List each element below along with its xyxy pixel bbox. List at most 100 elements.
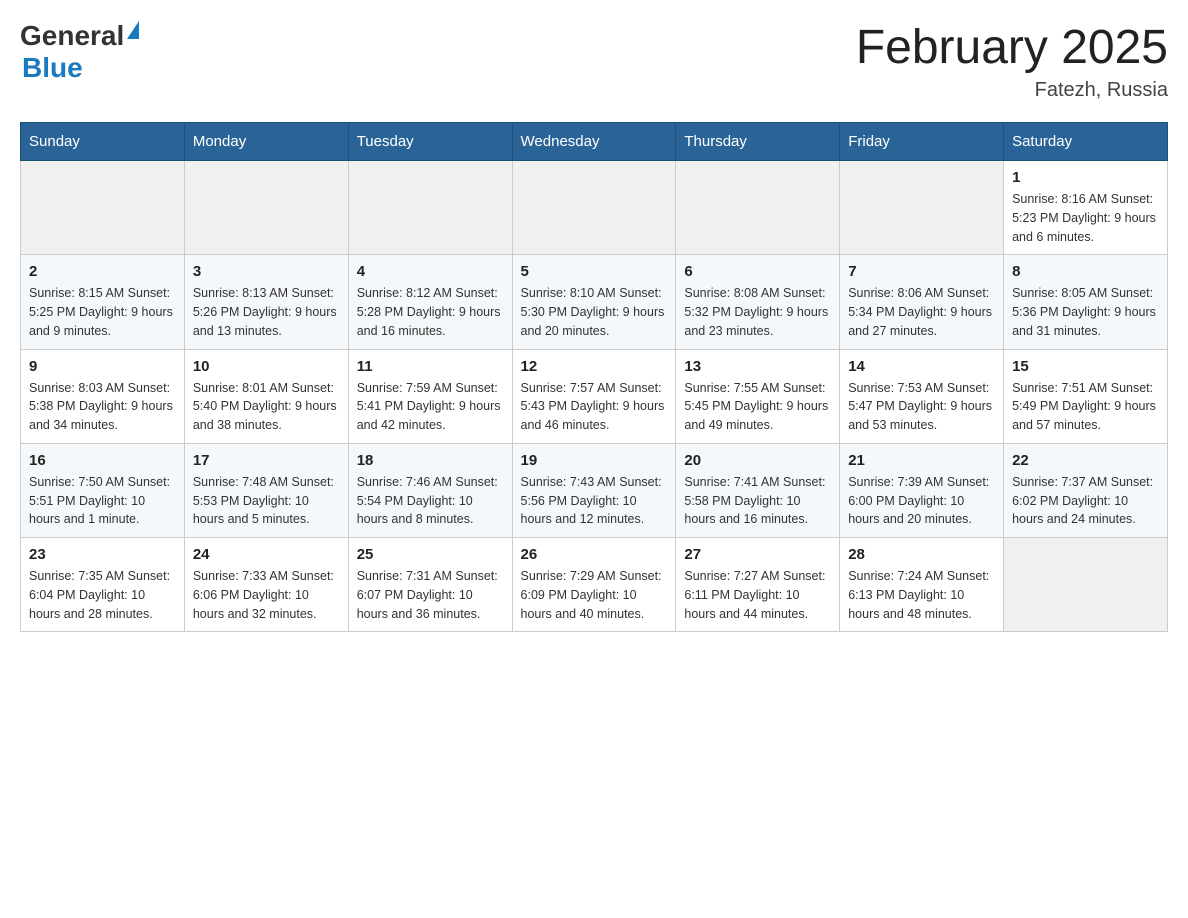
calendar-week-4: 16 Sunrise: 7:50 AM Sunset: 5:51 PM Dayli… [21, 443, 1168, 537]
day-info: Sunrise: 8:13 AM Sunset: 5:26 PM Dayligh… [193, 284, 340, 340]
calendar-cell [1004, 538, 1168, 632]
calendar-cell [840, 161, 1004, 255]
day-number: 2 [29, 263, 176, 280]
day-number: 28 [848, 546, 995, 563]
calendar-cell [512, 161, 676, 255]
day-info: Sunrise: 7:31 AM Sunset: 6:07 PM Dayligh… [357, 567, 504, 623]
calendar-cell: 1 Sunrise: 8:16 AM Sunset: 5:23 PM Daylig… [1004, 161, 1168, 255]
calendar-cell: 9 Sunrise: 8:03 AM Sunset: 5:38 PM Daylig… [21, 349, 185, 443]
month-title: February 2025 [856, 20, 1168, 75]
day-info: Sunrise: 7:48 AM Sunset: 5:53 PM Dayligh… [193, 473, 340, 529]
calendar-cell: 6 Sunrise: 8:08 AM Sunset: 5:32 PM Daylig… [676, 255, 840, 349]
calendar-cell: 3Sunrise: 8:13 AM Sunset: 5:26 PM Daylig… [184, 255, 348, 349]
day-info: Sunrise: 7:50 AM Sunset: 5:51 PM Dayligh… [29, 473, 176, 529]
day-info: Sunrise: 7:51 AM Sunset: 5:49 PM Dayligh… [1012, 379, 1159, 435]
logo-general-text: General [20, 20, 124, 52]
calendar-cell [184, 161, 348, 255]
day-info: Sunrise: 7:27 AM Sunset: 6:11 PM Dayligh… [684, 567, 831, 623]
day-number: 17 [193, 452, 340, 469]
day-info: Sunrise: 7:59 AM Sunset: 5:41 PM Dayligh… [357, 379, 504, 435]
day-number: 11 [357, 358, 504, 375]
logo-blue-text: Blue [22, 52, 139, 84]
day-number: 10 [193, 358, 340, 375]
calendar-cell: 22 Sunrise: 7:37 AM Sunset: 6:02 PM Dayli… [1004, 443, 1168, 537]
calendar-cell: 4 Sunrise: 8:12 AM Sunset: 5:28 PM Daylig… [348, 255, 512, 349]
day-info: Sunrise: 8:08 AM Sunset: 5:32 PM Dayligh… [684, 284, 831, 340]
calendar-cell: 20 Sunrise: 7:41 AM Sunset: 5:58 PM Dayli… [676, 443, 840, 537]
calendar-cell: 2Sunrise: 8:15 AM Sunset: 5:25 PM Daylig… [21, 255, 185, 349]
day-number: 21 [848, 452, 995, 469]
calendar-cell: 21Sunrise: 7:39 AM Sunset: 6:00 PM Dayli… [840, 443, 1004, 537]
calendar-cell: 12Sunrise: 7:57 AM Sunset: 5:43 PM Dayli… [512, 349, 676, 443]
day-info: Sunrise: 7:41 AM Sunset: 5:58 PM Dayligh… [684, 473, 831, 529]
logo-triangle-icon [127, 21, 139, 39]
day-number: 16 [29, 452, 176, 469]
day-number: 22 [1012, 452, 1159, 469]
day-number: 5 [521, 263, 668, 280]
day-info: Sunrise: 7:55 AM Sunset: 5:45 PM Dayligh… [684, 379, 831, 435]
calendar-cell: 7 Sunrise: 8:06 AM Sunset: 5:34 PM Daylig… [840, 255, 1004, 349]
day-info: Sunrise: 7:24 AM Sunset: 6:13 PM Dayligh… [848, 567, 995, 623]
calendar-cell: 16 Sunrise: 7:50 AM Sunset: 5:51 PM Dayli… [21, 443, 185, 537]
calendar-cell [676, 161, 840, 255]
col-tuesday: Tuesday [348, 123, 512, 161]
calendar-cell: 28 Sunrise: 7:24 AM Sunset: 6:13 PM Dayli… [840, 538, 1004, 632]
day-info: Sunrise: 7:46 AM Sunset: 5:54 PM Dayligh… [357, 473, 504, 529]
day-number: 15 [1012, 358, 1159, 375]
calendar-cell: 27 Sunrise: 7:27 AM Sunset: 6:11 PM Dayli… [676, 538, 840, 632]
day-number: 6 [684, 263, 831, 280]
calendar-week-1: 1 Sunrise: 8:16 AM Sunset: 5:23 PM Daylig… [21, 161, 1168, 255]
day-number: 20 [684, 452, 831, 469]
calendar-cell [21, 161, 185, 255]
col-wednesday: Wednesday [512, 123, 676, 161]
calendar-cell: 11 Sunrise: 7:59 AM Sunset: 5:41 PM Dayli… [348, 349, 512, 443]
day-number: 13 [684, 358, 831, 375]
calendar-cell: 8 Sunrise: 8:05 AM Sunset: 5:36 PM Daylig… [1004, 255, 1168, 349]
day-number: 25 [357, 546, 504, 563]
day-info: Sunrise: 8:12 AM Sunset: 5:28 PM Dayligh… [357, 284, 504, 340]
day-info: Sunrise: 7:53 AM Sunset: 5:47 PM Dayligh… [848, 379, 995, 435]
calendar-week-3: 9 Sunrise: 8:03 AM Sunset: 5:38 PM Daylig… [21, 349, 1168, 443]
day-info: Sunrise: 7:37 AM Sunset: 6:02 PM Dayligh… [1012, 473, 1159, 529]
day-info: Sunrise: 7:33 AM Sunset: 6:06 PM Dayligh… [193, 567, 340, 623]
col-saturday: Saturday [1004, 123, 1168, 161]
day-number: 7 [848, 263, 995, 280]
calendar-header-row: Sunday Monday Tuesday Wednesday Thursday… [21, 123, 1168, 161]
day-number: 23 [29, 546, 176, 563]
day-info: Sunrise: 8:06 AM Sunset: 5:34 PM Dayligh… [848, 284, 995, 340]
day-number: 19 [521, 452, 668, 469]
day-number: 8 [1012, 263, 1159, 280]
day-number: 27 [684, 546, 831, 563]
day-info: Sunrise: 8:03 AM Sunset: 5:38 PM Dayligh… [29, 379, 176, 435]
calendar-cell: 17 Sunrise: 7:48 AM Sunset: 5:53 PM Dayli… [184, 443, 348, 537]
col-thursday: Thursday [676, 123, 840, 161]
day-number: 1 [1012, 169, 1159, 186]
day-info: Sunrise: 7:57 AM Sunset: 5:43 PM Dayligh… [521, 379, 668, 435]
day-number: 9 [29, 358, 176, 375]
page-header: General Blue February 2025 Fatezh, Russi… [20, 20, 1168, 102]
day-info: Sunrise: 7:29 AM Sunset: 6:09 PM Dayligh… [521, 567, 668, 623]
location-label: Fatezh, Russia [856, 79, 1168, 102]
calendar-cell: 14Sunrise: 7:53 AM Sunset: 5:47 PM Dayli… [840, 349, 1004, 443]
calendar-cell: 10 Sunrise: 8:01 AM Sunset: 5:40 PM Dayli… [184, 349, 348, 443]
calendar-table: Sunday Monday Tuesday Wednesday Thursday… [20, 122, 1168, 632]
day-info: Sunrise: 8:05 AM Sunset: 5:36 PM Dayligh… [1012, 284, 1159, 340]
col-sunday: Sunday [21, 123, 185, 161]
logo: General Blue [20, 20, 139, 84]
calendar-cell: 25 Sunrise: 7:31 AM Sunset: 6:07 PM Dayli… [348, 538, 512, 632]
day-info: Sunrise: 7:35 AM Sunset: 6:04 PM Dayligh… [29, 567, 176, 623]
calendar-cell: 23 Sunrise: 7:35 AM Sunset: 6:04 PM Dayli… [21, 538, 185, 632]
col-monday: Monday [184, 123, 348, 161]
day-number: 24 [193, 546, 340, 563]
calendar-cell [348, 161, 512, 255]
day-number: 4 [357, 263, 504, 280]
day-info: Sunrise: 8:01 AM Sunset: 5:40 PM Dayligh… [193, 379, 340, 435]
calendar-cell: 18Sunrise: 7:46 AM Sunset: 5:54 PM Dayli… [348, 443, 512, 537]
day-info: Sunrise: 8:10 AM Sunset: 5:30 PM Dayligh… [521, 284, 668, 340]
day-info: Sunrise: 8:16 AM Sunset: 5:23 PM Dayligh… [1012, 190, 1159, 246]
calendar-week-5: 23 Sunrise: 7:35 AM Sunset: 6:04 PM Dayli… [21, 538, 1168, 632]
calendar-cell: 19Sunrise: 7:43 AM Sunset: 5:56 PM Dayli… [512, 443, 676, 537]
calendar-cell: 26Sunrise: 7:29 AM Sunset: 6:09 PM Dayli… [512, 538, 676, 632]
calendar-cell: 15 Sunrise: 7:51 AM Sunset: 5:49 PM Dayli… [1004, 349, 1168, 443]
title-section: February 2025 Fatezh, Russia [856, 20, 1168, 102]
